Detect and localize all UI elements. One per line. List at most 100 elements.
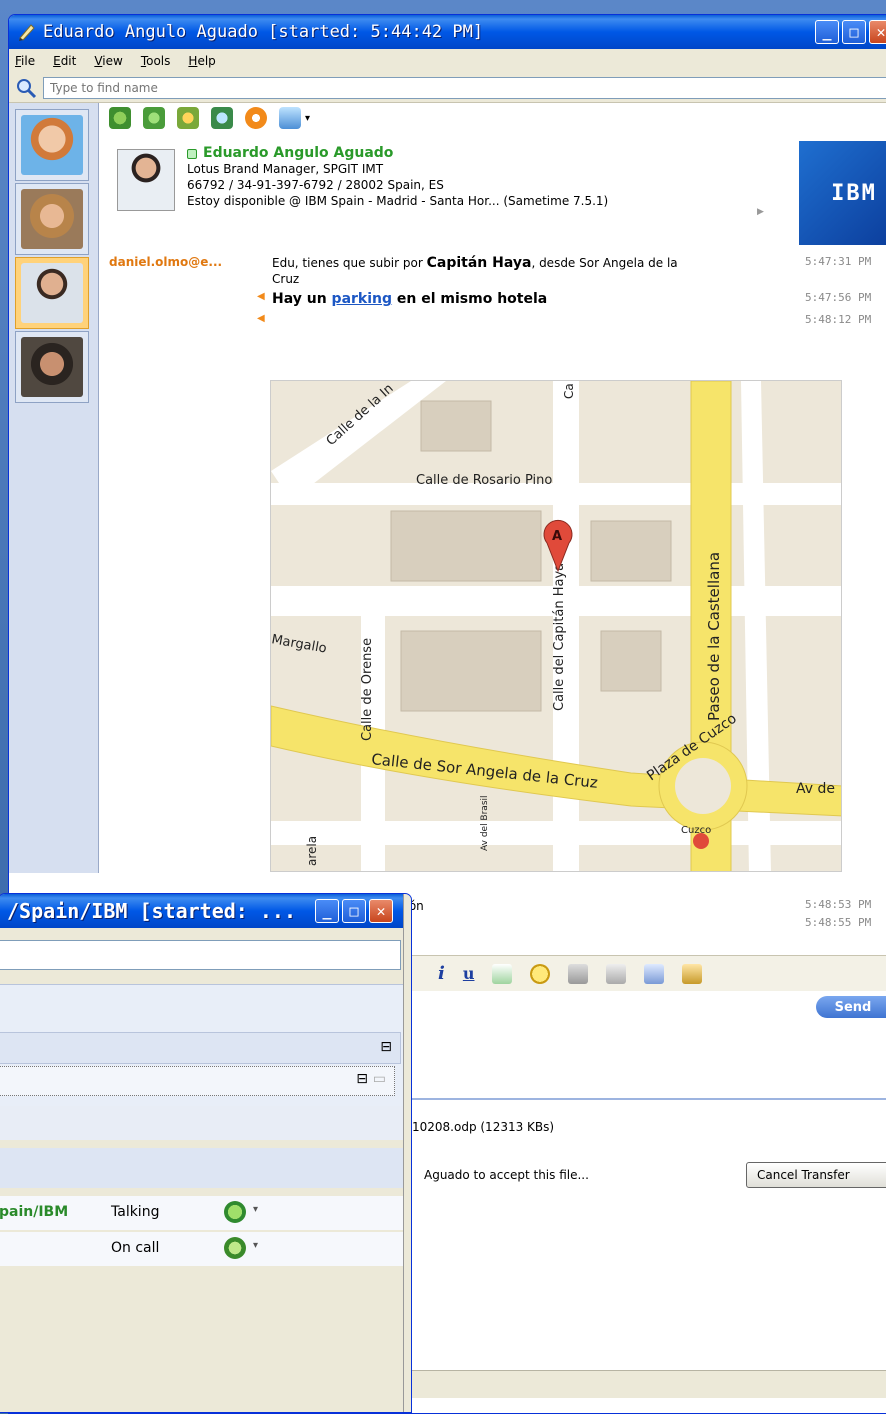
participant-strip	[9, 103, 99, 873]
second-window-title: /Spain/IBM [started: ...	[7, 899, 296, 923]
close-icon: ✕	[876, 23, 886, 41]
map-label: arela	[305, 836, 319, 866]
link-icon[interactable]	[568, 963, 589, 984]
menu-help[interactable]: Help	[186, 54, 217, 68]
contact-photo	[117, 149, 175, 211]
maximize-icon: □	[349, 902, 359, 920]
transfer-waiting-text: Aguado to accept this file...	[424, 1168, 589, 1182]
chat-message: daniel.olmo@e... Edu, tienes que subir p…	[109, 255, 886, 291]
message-sender: daniel.olmo@e...	[109, 255, 223, 269]
minimize-icon: _	[822, 23, 832, 41]
metro-icon	[693, 833, 709, 849]
minimize-button[interactable]: _	[315, 899, 339, 923]
message-time: 5:48:55 PM	[805, 916, 872, 929]
chevron-down-icon[interactable]: ▾	[253, 1240, 258, 1251]
chevron-down-icon[interactable]: ▾	[305, 113, 310, 124]
company-logo: IBM	[799, 141, 886, 245]
map-label: Calle de Rosario Pino	[416, 473, 552, 488]
chevron-down-icon[interactable]: ▾	[253, 1204, 258, 1215]
avatar-photo	[21, 263, 83, 323]
message-time: 5:47:31 PM	[805, 255, 872, 268]
contact-name[interactable]: Eduardo Angulo Aguado	[203, 145, 393, 161]
add-contact-icon[interactable]	[211, 107, 233, 129]
search-icon	[17, 78, 37, 98]
participant-avatar-selected[interactable]	[15, 257, 89, 329]
parking-link[interactable]: parking	[332, 291, 392, 307]
italic-button[interactable]: i	[438, 963, 445, 984]
participants-section	[0, 1148, 403, 1188]
underline-button[interactable]: u	[463, 964, 475, 983]
chat-transcript: daniel.olmo@e... Edu, tienes que subir p…	[109, 255, 886, 331]
map-label: Ca	[562, 383, 576, 399]
invite-others-icon[interactable]	[109, 107, 131, 129]
popout-icon[interactable]: ⊟	[380, 1039, 392, 1055]
participant-avatar[interactable]	[15, 183, 89, 255]
menu-tools[interactable]: Tools	[139, 54, 173, 68]
message-pointer-icon: ◀	[257, 313, 265, 324]
contact-phone: 66792 / 34-91-397-6792 / 28002 Spain, ES	[187, 178, 444, 192]
popout-icon[interactable]: ⊟	[356, 1071, 368, 1087]
avatar-photo	[21, 337, 83, 397]
participant-name: pain/IBM	[0, 1204, 69, 1220]
participant-avatar[interactable]	[15, 331, 89, 403]
message-time: 5:48:53 PM	[805, 898, 872, 911]
map-image[interactable]: Calle de Rosario Pino Margallo Calle de …	[270, 380, 842, 872]
share-icon[interactable]	[279, 107, 301, 129]
maximize-button[interactable]: □	[342, 899, 366, 923]
call-icon[interactable]	[177, 107, 199, 129]
avatar-photo	[21, 189, 83, 249]
participant-status: Talking	[111, 1204, 160, 1220]
emoticon-icon[interactable]	[530, 963, 551, 984]
message-time: 5:48:12 PM	[805, 313, 872, 326]
second-window-input[interactable]	[0, 940, 401, 970]
phone-icon	[224, 1237, 246, 1259]
avatar-photo	[21, 115, 83, 175]
participants-header: ⊟	[0, 1032, 401, 1064]
menu-view[interactable]: View	[92, 54, 124, 68]
close-button[interactable]: ✕	[369, 899, 393, 923]
chat-window-title: Eduardo Angulo Aguado [started: 5:44:42 …	[43, 22, 484, 42]
close-icon: ✕	[376, 902, 386, 920]
cancel-transfer-button[interactable]: Cancel Transfer	[746, 1162, 886, 1188]
message-text: Hay un parking en el mismo hotela	[272, 291, 548, 307]
available-status-icon	[187, 148, 197, 159]
business-card: Eduardo Angulo Aguado Lotus Brand Manage…	[109, 141, 799, 231]
participant-avatar[interactable]	[15, 109, 89, 181]
expand-card-icon[interactable]: ▶	[757, 207, 764, 217]
second-window-titlebar[interactable]: /Spain/IBM [started: ... _ □ ✕	[0, 894, 411, 928]
menu-edit[interactable]: Edit	[51, 54, 78, 68]
chat-toolbar: ▾	[109, 107, 310, 129]
chat-window-titlebar[interactable]: Eduardo Angulo Aguado [started: 5:44:42 …	[9, 15, 886, 49]
maximize-button[interactable]: □	[842, 20, 866, 44]
meeting-icon[interactable]	[143, 107, 165, 129]
map-label: Paseo de la Castellana	[705, 552, 723, 721]
find-name-bar	[9, 73, 886, 103]
transfer-file-name: 10208.odp (12313 KBs)	[412, 1120, 555, 1134]
message-text: Edu, tienes que subir por Capitán Haya, …	[272, 255, 678, 286]
attach-icon[interactable]	[606, 963, 627, 984]
minimize-button[interactable]: _	[815, 20, 839, 44]
chat-message: ◀ Hay un parking en el mismo hotela 5:47…	[109, 291, 886, 313]
spellcheck-icon[interactable]	[492, 963, 513, 984]
send-button[interactable]: Send	[816, 996, 886, 1018]
contact-status-message: Estoy disponible @ IBM Spain - Madrid - …	[187, 194, 609, 208]
menubar: File Edit View Tools Help	[9, 49, 886, 73]
message-pointer-icon: ◀	[257, 291, 265, 302]
talking-icon	[224, 1201, 246, 1223]
collapse-icon[interactable]: ▭	[373, 1071, 386, 1087]
participant-row[interactable]: On call ▾	[0, 1232, 403, 1266]
pen-icon[interactable]	[682, 963, 703, 984]
menu-file[interactable]: File	[13, 54, 37, 68]
participant-row[interactable]: pain/IBM Talking ▾	[0, 1196, 403, 1230]
window-edge	[403, 894, 411, 1412]
find-name-input[interactable]	[43, 76, 886, 99]
participant-status: On call	[111, 1240, 160, 1256]
map-label: Calle de Orense	[360, 638, 375, 741]
screen-capture-icon[interactable]	[644, 963, 665, 984]
participants-section	[0, 1106, 403, 1140]
map-label: Av del Brasil	[480, 795, 490, 851]
close-button[interactable]: ✕	[869, 20, 886, 44]
email-icon[interactable]	[245, 107, 267, 129]
message-input[interactable]: Send	[410, 992, 886, 1100]
second-chat-window: /Spain/IBM [started: ... _ □ ✕ ⊟ ⊟ ▭ pai…	[0, 893, 412, 1413]
